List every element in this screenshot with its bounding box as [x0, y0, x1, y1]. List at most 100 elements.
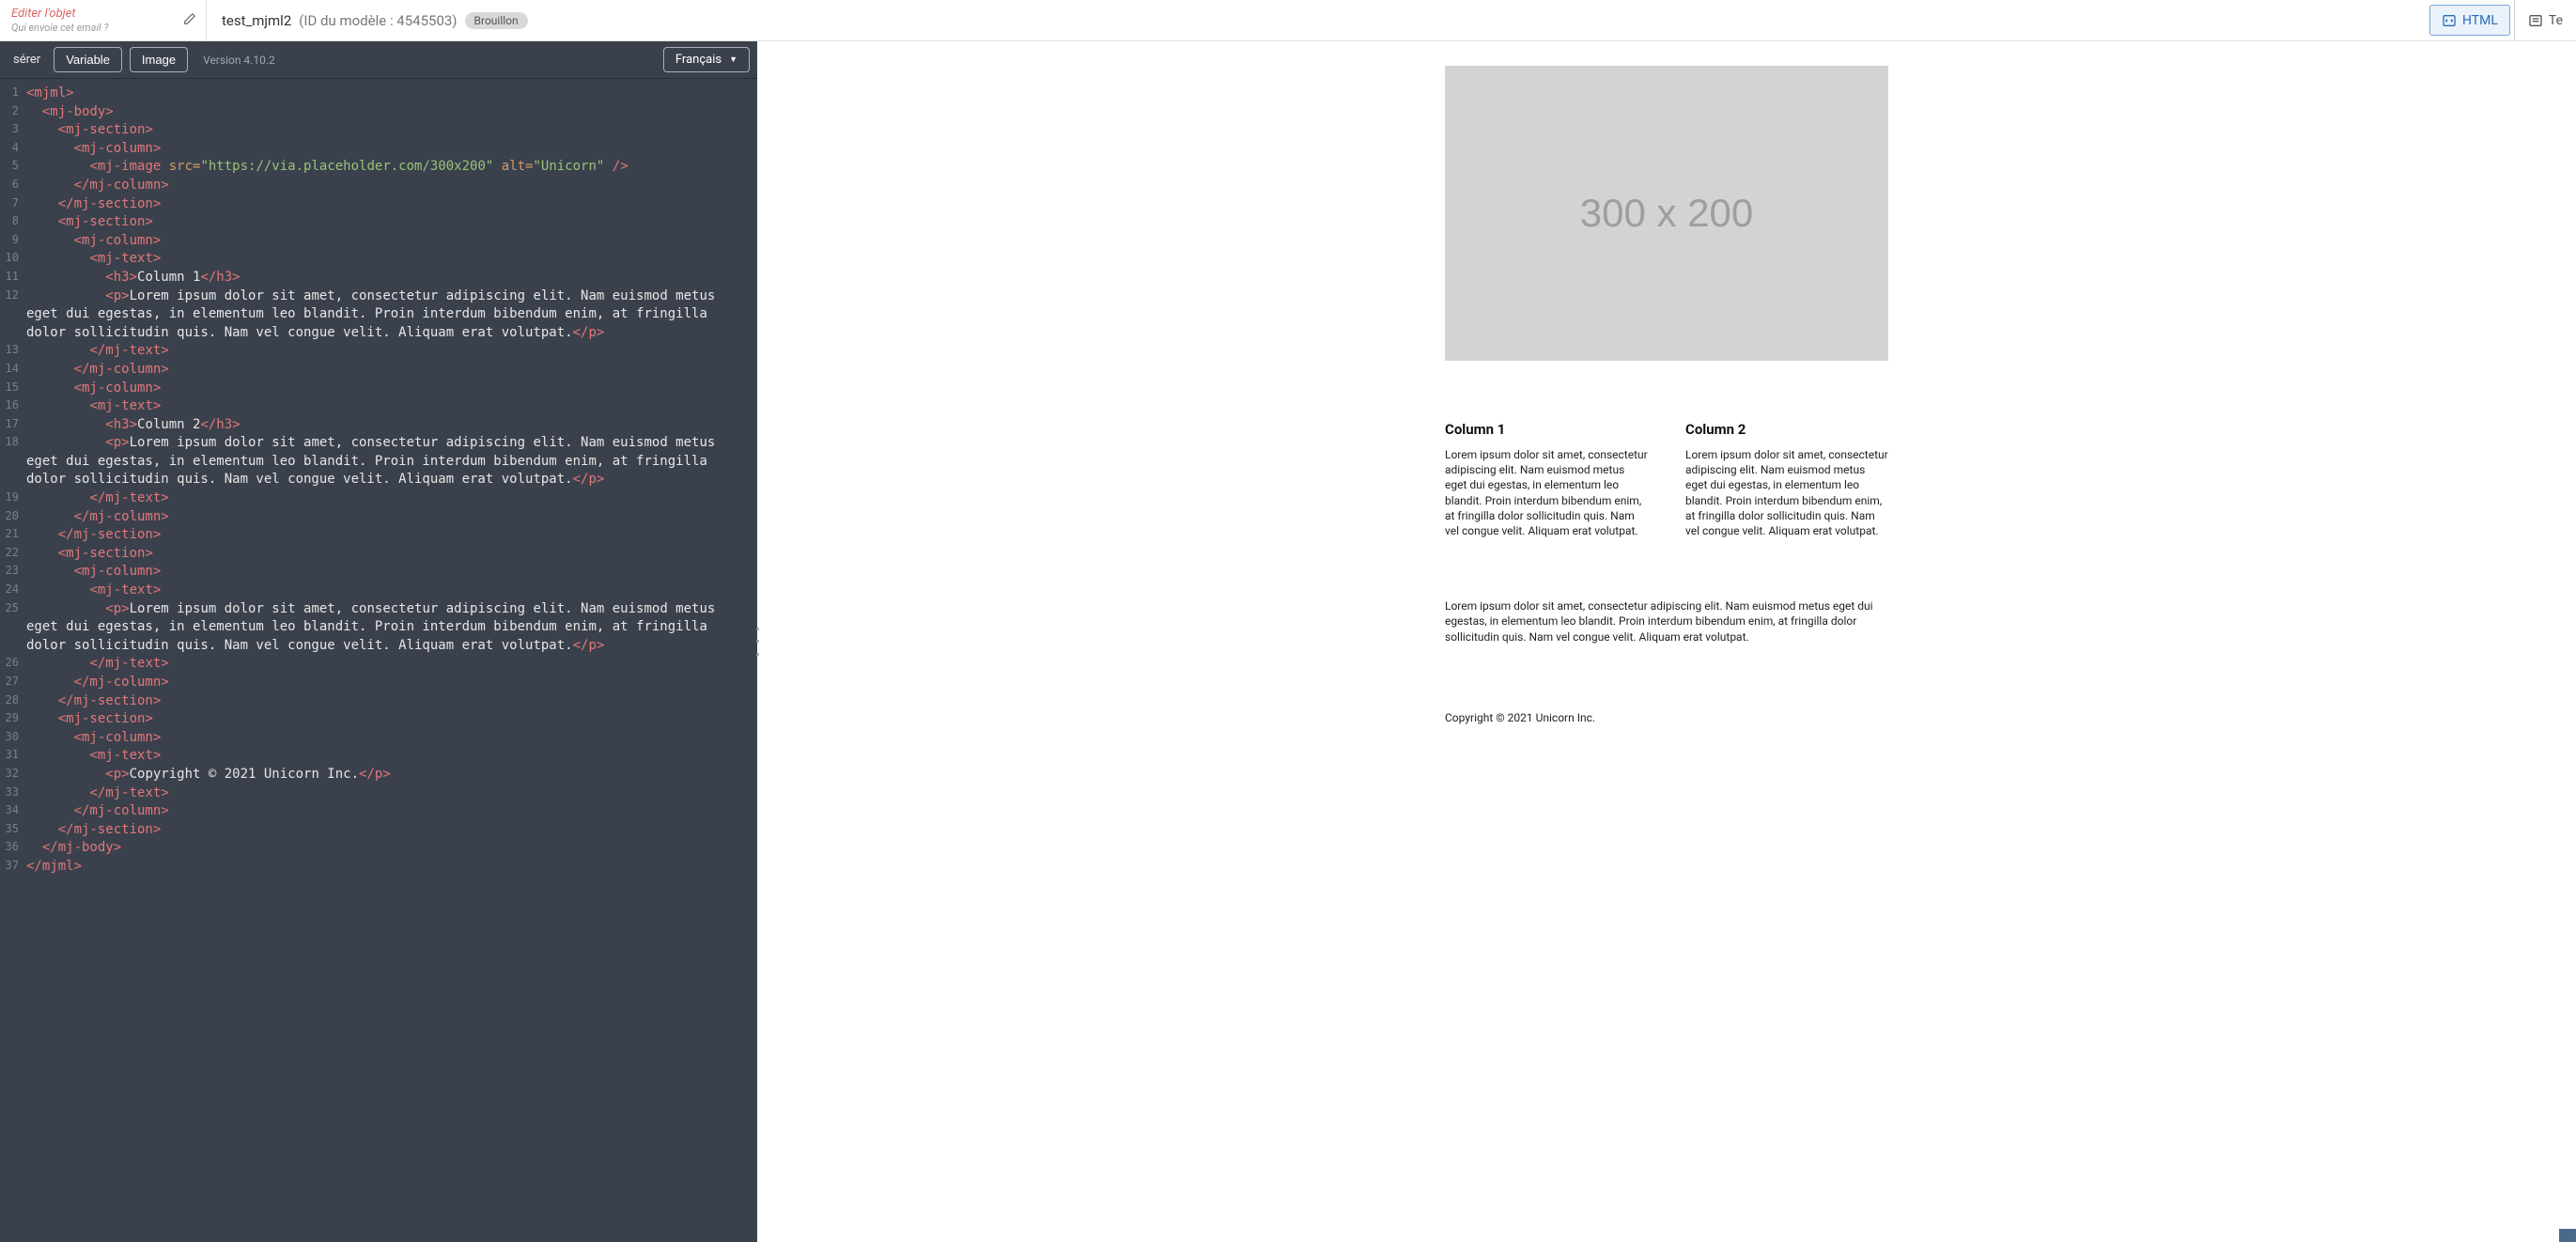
status-badge: Brouillon	[465, 12, 528, 29]
code-content[interactable]: <mj-section>	[26, 121, 757, 140]
code-line[interactable]: 15 <mj-column>	[0, 380, 757, 398]
code-line[interactable]: 32 <p>Copyright © 2021 Unicorn Inc.</p>	[0, 766, 757, 784]
line-number: 5	[0, 158, 26, 177]
code-content[interactable]: <mjml>	[26, 85, 757, 103]
code-content[interactable]: </mjml>	[26, 858, 757, 877]
code-line[interactable]: 35 </mj-section>	[0, 821, 757, 840]
code-content[interactable]: <mj-column>	[26, 232, 757, 251]
code-line[interactable]: 29 <mj-section>	[0, 710, 757, 729]
code-line[interactable]: 22 <mj-section>	[0, 545, 757, 564]
code-line[interactable]: 9 <mj-column>	[0, 232, 757, 251]
line-number: 18	[0, 434, 26, 489]
code-content[interactable]: <mj-text>	[26, 747, 757, 766]
code-content[interactable]: </mj-column>	[26, 802, 757, 821]
code-line[interactable]: 7 </mj-section>	[0, 195, 757, 214]
line-number: 21	[0, 526, 26, 545]
splitter-handle[interactable]	[754, 623, 760, 660]
code-line[interactable]: 26 </mj-text>	[0, 655, 757, 674]
code-line[interactable]: 27 </mj-column>	[0, 674, 757, 692]
code-line[interactable]: 30 <mj-column>	[0, 729, 757, 748]
code-line[interactable]: 12 <p>Lorem ipsum dolor sit amet, consec…	[0, 287, 757, 343]
code-content[interactable]: </mj-body>	[26, 839, 757, 858]
insert-label[interactable]: sérer	[8, 49, 46, 70]
code-line[interactable]: 17 <h3>Column 2</h3>	[0, 416, 757, 435]
language-select[interactable]: Français ▼	[663, 47, 750, 72]
code-line[interactable]: 20 </mj-column>	[0, 508, 757, 527]
code-content[interactable]: <mj-section>	[26, 545, 757, 564]
code-line[interactable]: 19 </mj-text>	[0, 489, 757, 508]
image-button[interactable]: Image	[130, 47, 188, 72]
line-number: 14	[0, 361, 26, 380]
code-content[interactable]: <mj-section>	[26, 710, 757, 729]
code-line[interactable]: 25 <p>Lorem ipsum dolor sit amet, consec…	[0, 600, 757, 656]
code-content[interactable]: <p>Lorem ipsum dolor sit amet, consectet…	[26, 287, 757, 343]
code-line[interactable]: 36 </mj-body>	[0, 839, 757, 858]
code-line[interactable]: 24 <mj-text>	[0, 582, 757, 600]
code-content[interactable]: </mj-column>	[26, 177, 757, 195]
code-line[interactable]: 5 <mj-image src="https://via.placeholder…	[0, 158, 757, 177]
resize-corner[interactable]	[2559, 1229, 2576, 1242]
code-line[interactable]: 16 <mj-text>	[0, 397, 757, 416]
code-line[interactable]: 2 <mj-body>	[0, 103, 757, 122]
code-content[interactable]: <mj-text>	[26, 397, 757, 416]
code-line[interactable]: 4 <mj-column>	[0, 140, 757, 159]
code-line[interactable]: 11 <h3>Column 1</h3>	[0, 269, 757, 287]
code-line[interactable]: 6 </mj-column>	[0, 177, 757, 195]
code-line[interactable]: 1<mjml>	[0, 85, 757, 103]
code-content[interactable]: <p>Copyright © 2021 Unicorn Inc.</p>	[26, 766, 757, 784]
code-content[interactable]: </mj-section>	[26, 195, 757, 214]
tab-text-label: Te	[2549, 13, 2563, 28]
code-content[interactable]: </mj-section>	[26, 821, 757, 840]
code-content[interactable]: <mj-body>	[26, 103, 757, 122]
code-line[interactable]: 8 <mj-section>	[0, 213, 757, 232]
code-content[interactable]: <h3>Column 2</h3>	[26, 416, 757, 435]
line-number: 34	[0, 802, 26, 821]
code-editor[interactable]: 1<mjml>2 <mj-body>3 <mj-section>4 <mj-co…	[0, 79, 757, 1242]
tab-html[interactable]: HTML	[2429, 5, 2510, 36]
code-content[interactable]: <mj-column>	[26, 729, 757, 748]
code-content[interactable]: </mj-text>	[26, 655, 757, 674]
code-content[interactable]: </mj-section>	[26, 692, 757, 711]
code-content[interactable]: <mj-column>	[26, 140, 757, 159]
code-line[interactable]: 21 </mj-section>	[0, 526, 757, 545]
tab-text[interactable]: Te	[2514, 0, 2576, 40]
text-icon	[2528, 13, 2543, 28]
tab-html-label: HTML	[2462, 13, 2498, 28]
code-content[interactable]: <mj-column>	[26, 563, 757, 582]
code-line[interactable]: 23 <mj-column>	[0, 563, 757, 582]
code-content[interactable]: </mj-text>	[26, 342, 757, 361]
code-content[interactable]: <mj-image src="https://via.placeholder.c…	[26, 158, 757, 177]
code-line[interactable]: 13 </mj-text>	[0, 342, 757, 361]
line-number: 17	[0, 416, 26, 435]
code-line[interactable]: 3 <mj-section>	[0, 121, 757, 140]
code-line[interactable]: 10 <mj-text>	[0, 250, 757, 269]
line-number: 20	[0, 508, 26, 527]
line-number: 29	[0, 710, 26, 729]
preview-footer: Copyright © 2021 Unicorn Inc.	[1445, 710, 1888, 725]
code-content[interactable]: <mj-text>	[26, 250, 757, 269]
code-line[interactable]: 18 <p>Lorem ipsum dolor sit amet, consec…	[0, 434, 757, 489]
line-number: 6	[0, 177, 26, 195]
code-line[interactable]: 33 </mj-text>	[0, 784, 757, 803]
variable-button[interactable]: Variable	[54, 47, 122, 72]
code-content[interactable]: </mj-text>	[26, 489, 757, 508]
pencil-icon[interactable]	[183, 12, 196, 29]
code-content[interactable]: </mj-column>	[26, 508, 757, 527]
subject-field[interactable]: Editer l'objet Qui envoie cet email ?	[0, 0, 207, 40]
code-content[interactable]: <p>Lorem ipsum dolor sit amet, consectet…	[26, 600, 757, 656]
code-content[interactable]: <mj-text>	[26, 582, 757, 600]
code-content[interactable]: </mj-text>	[26, 784, 757, 803]
code-icon	[2442, 13, 2457, 28]
code-content[interactable]: <mj-column>	[26, 380, 757, 398]
code-line[interactable]: 34 </mj-column>	[0, 802, 757, 821]
code-content[interactable]: </mj-column>	[26, 674, 757, 692]
code-line[interactable]: 14 </mj-column>	[0, 361, 757, 380]
code-content[interactable]: </mj-column>	[26, 361, 757, 380]
code-content[interactable]: <p>Lorem ipsum dolor sit amet, consectet…	[26, 434, 757, 489]
code-content[interactable]: <h3>Column 1</h3>	[26, 269, 757, 287]
code-line[interactable]: 31 <mj-text>	[0, 747, 757, 766]
code-line[interactable]: 37</mjml>	[0, 858, 757, 877]
code-line[interactable]: 28 </mj-section>	[0, 692, 757, 711]
code-content[interactable]: <mj-section>	[26, 213, 757, 232]
code-content[interactable]: </mj-section>	[26, 526, 757, 545]
